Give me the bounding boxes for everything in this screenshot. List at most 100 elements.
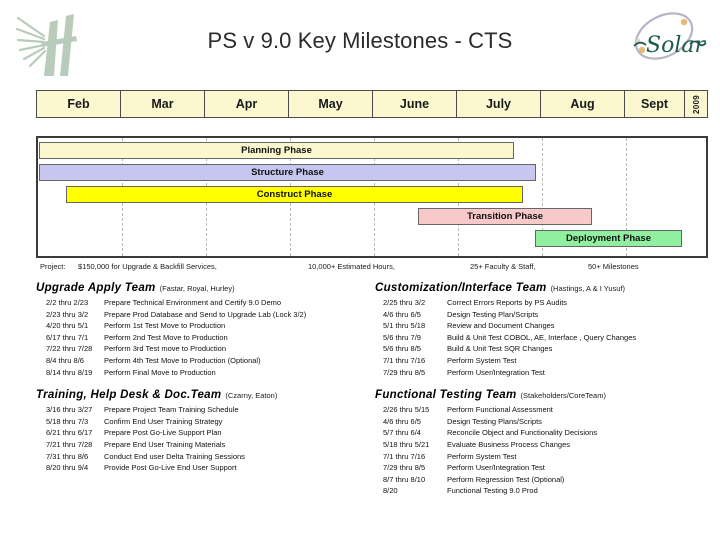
task-description: Evaluate Business Process Changes <box>447 439 570 449</box>
month-cell-june: June <box>373 91 457 117</box>
task-dates: 7/21 thru 7/28 <box>46 439 93 449</box>
task-description: Build & Unit Test COBOL, AE, Interface ,… <box>447 332 637 342</box>
month-cell-july: July <box>457 91 541 117</box>
task-row: 6/17 thru 7/1 Perform 2nd Test Move to Pr… <box>36 332 376 344</box>
task-description: Perform 3rd Test move to Production <box>104 344 226 354</box>
task-description: Build & Unit Test SQR Changes <box>447 344 553 354</box>
task-description: Perform Functional Assessment <box>447 405 553 415</box>
page-title: PS v 9.0 Key Milestones - CTS <box>207 28 513 53</box>
task-row: 7/29 thru 8/5 Perform User/Integration Te… <box>375 462 720 474</box>
team-heading: Training, Help Desk & Doc.Team (Czarny, E… <box>36 389 376 401</box>
task-row: 7/21 thru 7/28 Prepare End User Training … <box>36 439 376 451</box>
month-cell-may: May <box>289 91 373 117</box>
team-members: (Fastar, Royal, Hurley) <box>159 284 235 293</box>
task-description: Prepare Prod Database and Send to Upgrad… <box>104 309 307 319</box>
task-description: Perform 4th Test Move to Production (Opt… <box>104 355 261 365</box>
task-dates: 5/6 thru 7/9 <box>383 332 421 342</box>
month-cell-mar: Mar <box>121 91 205 117</box>
task-row: 7/22 thru 7/28 Perform 3rd Test move to P… <box>36 343 376 355</box>
task-description: Perform User/Integration Test <box>447 367 545 377</box>
task-dates: 7/29 thru 8/5 <box>383 367 426 377</box>
task-row: 8/20 Functional Testing 9.0 Prod <box>375 485 720 497</box>
team-block-spacer <box>375 378 720 389</box>
task-dates: 2/2 thru 2/23 <box>46 298 89 307</box>
task-row: 5/18 thru 5/21 Evaluate Business Process … <box>375 439 720 451</box>
task-description: Design Testing Plan/Scripts <box>447 309 539 319</box>
task-dates: 2/25 thru 3/2 <box>383 298 426 307</box>
task-dates: 2/23 thru 3/2 <box>46 309 89 319</box>
task-description: Perform Regression Test (Optional) <box>447 474 565 484</box>
task-row: 7/29 thru 8/5 Perform User/Integration Te… <box>375 367 720 379</box>
team-members: (Czarny, Eaton) <box>225 391 278 401</box>
project-summary-hours: 10,000+ Estimated Hours, <box>308 262 395 271</box>
task-row: 8/7 thru 8/10 Perform Regression Test (Op… <box>375 474 720 486</box>
task-description: Design Testing Plans/Scripts <box>447 416 542 426</box>
task-dates: 6/17 thru 7/1 <box>46 332 89 342</box>
team-column-right: Customization/Interface Team (Hastings, A… <box>375 282 720 497</box>
task-dates: 7/1 thru 7/16 <box>383 451 426 461</box>
task-row: 8/14 thru 8/19 Perform Final Move to Prod… <box>36 367 376 379</box>
gantt-bar-deployment: Deployment Phase <box>535 230 682 247</box>
month-cell-apr: Apr <box>205 91 289 117</box>
team-column-left: Upgrade Apply Team (Fastar, Royal, Hurley… <box>36 282 376 474</box>
task-description: Conduct End user Delta Training Sessions <box>104 451 245 461</box>
svg-text:Solar: Solar <box>646 33 706 58</box>
task-dates: 8/14 thru 8/19 <box>46 367 93 377</box>
solar-logo: Solar <box>633 12 707 60</box>
gantt-chart: Planning Phase Structure Phase Construct… <box>36 136 708 258</box>
task-row: 4/6 thru 6/5 Design Testing Plan/Scripts <box>375 309 720 321</box>
timeline-year-label: 2009 <box>691 94 701 114</box>
team-name: Upgrade Apply Team <box>36 282 156 294</box>
task-row: 5/18 thru 7/3 Confirm End User Training S… <box>36 416 376 428</box>
gantt-bar-planning: Planning Phase <box>39 142 514 159</box>
task-row: 5/6 thru 7/9 Build & Unit Test COBOL, AE,… <box>375 332 720 344</box>
task-description: Reconcile Object and Functionality Decis… <box>447 428 598 438</box>
task-dates: 2/26 thru 5/15 <box>383 405 430 415</box>
task-dates: 8/4 thru 8/6 <box>46 355 84 365</box>
team-block: Customization/Interface Team (Hastings, A… <box>375 282 720 389</box>
team-members: (Hastings, A & I Yusuf) <box>550 284 626 293</box>
team-name: Customization/Interface Team <box>375 282 547 294</box>
project-summary-label: Project: <box>40 262 66 271</box>
team-heading: Upgrade Apply Team (Fastar, Royal, Hurley… <box>36 282 376 294</box>
task-row: 6/21 thru 6/17 Prepare Post Go-Live Suppo… <box>36 427 376 439</box>
team-heading: Customization/Interface Team (Hastings, A… <box>375 282 720 294</box>
gantt-bar-transition: Transition Phase <box>418 208 592 225</box>
team-name: Functional Testing Team <box>375 389 517 402</box>
task-description: Confirm End User Training Strategy <box>104 416 223 426</box>
project-summary-staff: 25+ Faculty & Staff, <box>470 262 536 271</box>
task-row: 7/31 thru 8/6 Conduct End user Delta Trai… <box>36 451 376 463</box>
task-row: 3/16 thru 3/27 Prepare Project Team Train… <box>36 404 376 416</box>
team-block: Upgrade Apply Team (Fastar, Royal, Hurley… <box>36 282 376 389</box>
timeline-month-header: Feb Mar Apr May June July Aug Sept 2009 <box>36 90 708 118</box>
task-description: Perform System Test <box>447 451 517 461</box>
task-description: Perform Final Move to Production <box>104 367 216 377</box>
project-summary-budget: $150,000 for Upgrade & Backfill Services… <box>78 262 217 271</box>
task-row: 8/20 thru 9/4 Provide Post Go-Live End Us… <box>36 462 376 474</box>
month-cell-aug: Aug <box>541 91 625 117</box>
task-dates: 3/16 thru 3/27 <box>46 405 93 415</box>
task-row: 4/6 thru 6/5 Design Testing Plans/Scripts <box>375 416 720 428</box>
task-description: Provide Post Go-Live End User Support <box>104 463 237 473</box>
page-header: PS v 9.0 Key Milestones - CTS Solar <box>0 0 720 80</box>
timeline-year: 2009 <box>685 91 707 117</box>
task-dates: 7/29 thru 8/5 <box>383 463 426 473</box>
task-dates: 5/6 thru 8/5 <box>383 344 421 354</box>
month-cell-sept: Sept <box>625 91 685 117</box>
task-dates: 5/18 thru 5/21 <box>383 439 430 449</box>
task-dates: 5/1 thru 5/18 <box>383 321 426 331</box>
gantt-bar-structure: Structure Phase <box>39 164 536 181</box>
task-dates: 8/20 <box>383 486 398 496</box>
task-dates: 7/31 thru 8/6 <box>46 451 89 461</box>
task-description: Prepare Technical Environment and Certif… <box>104 298 282 307</box>
month-cell-feb: Feb <box>37 91 121 117</box>
task-dates: 5/18 thru 7/3 <box>46 416 89 426</box>
task-description: Perform 2nd Test Move to Production <box>104 332 228 342</box>
task-description: Review and Document Changes <box>447 321 555 331</box>
task-dates: 6/21 thru 6/17 <box>46 428 93 438</box>
task-row: 7/1 thru 7/16 Perform System Test <box>375 451 720 463</box>
task-row: 2/23 thru 3/2 Prepare Prod Database and S… <box>36 309 376 321</box>
task-dates: 7/1 thru 7/16 <box>383 355 426 365</box>
team-block: Training, Help Desk & Doc.Team (Czarny, E… <box>36 389 376 474</box>
task-description: Prepare Project Team Training Schedule <box>104 405 239 415</box>
